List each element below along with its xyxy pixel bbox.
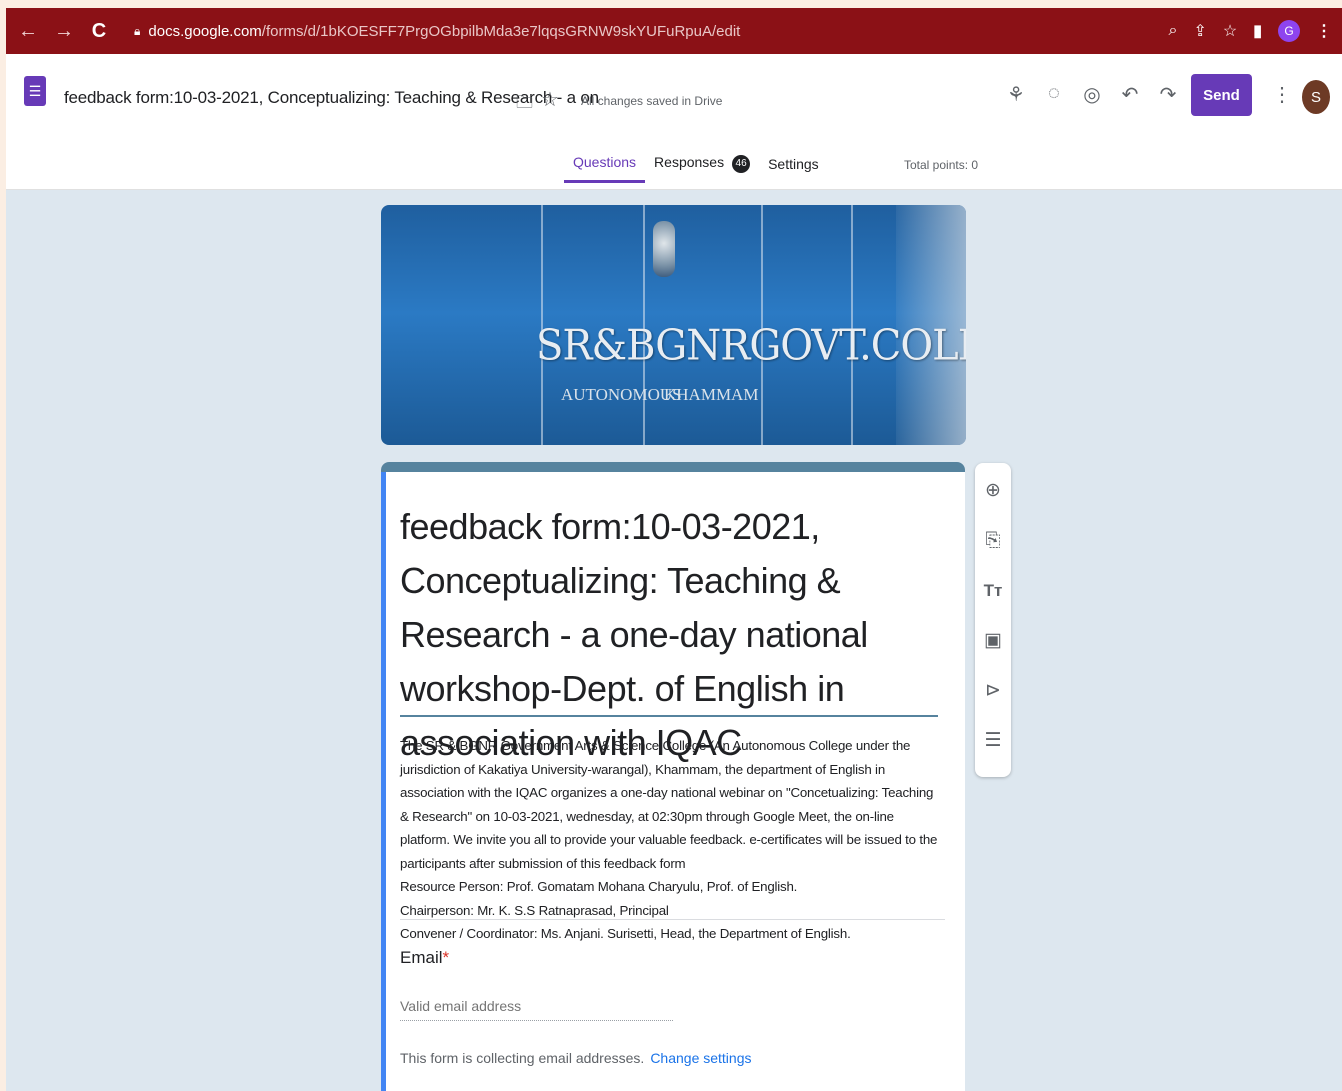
banner-subtitle-right: KHAMMAM: [664, 385, 759, 404]
reload-icon[interactable]: C: [90, 20, 108, 43]
zoom-icon[interactable]: ⌕: [1168, 22, 1177, 40]
form-description-field[interactable]: The SR & BGNR Government Arts & Science …: [400, 734, 945, 946]
email-collection-note: This form is collecting email addresses.…: [400, 1050, 752, 1066]
responses-count-badge: 46: [732, 154, 751, 173]
palette-icon[interactable]: ◌: [1044, 82, 1064, 107]
redo-icon[interactable]: ↷: [1158, 82, 1178, 107]
tab-settings[interactable]: Settings: [759, 152, 828, 182]
add-title-icon[interactable]: Tт: [984, 579, 1003, 603]
forms-logo-icon[interactable]: ☰: [24, 76, 46, 106]
header-toolbar: ⚘ ◌ ◎ ↶ ↷: [1006, 82, 1178, 107]
preview-icon[interactable]: ◎: [1082, 82, 1102, 107]
description-convener: Convener / Coordinator: Ms. Anjani. Suri…: [400, 926, 851, 941]
back-icon[interactable]: ←: [18, 20, 38, 43]
change-settings-link[interactable]: Change settings: [650, 1050, 751, 1066]
share-icon[interactable]: ⇪: [1193, 21, 1206, 41]
description-underline: [400, 919, 945, 920]
form-tabs: Questions Responses 46 Settings: [564, 150, 828, 183]
browser-menu-icon[interactable]: ⋮: [1316, 21, 1332, 41]
college-emblem-icon: [653, 221, 675, 277]
user-avatar[interactable]: S: [1302, 80, 1330, 114]
send-button[interactable]: Send: [1191, 74, 1252, 116]
description-paragraph: The SR & BGNR Government Arts & Science …: [400, 738, 938, 871]
forms-header: ☰ feedback form:10-03-2021, Conceptualiz…: [6, 54, 1342, 190]
form-header-card: feedback form:10-03-2021, Conceptualizin…: [381, 462, 965, 1091]
banner-title: SR&BGNRGOVT.COLLEGE: [536, 321, 966, 371]
profile-avatar[interactable]: G: [1278, 20, 1300, 42]
addons-icon[interactable]: ⚘: [1006, 82, 1026, 107]
lock-icon: 🔒︎: [134, 23, 141, 38]
email-field[interactable]: [400, 992, 673, 1021]
description-resource-person: Resource Person: Prof. Gomatam Mohana Ch…: [400, 879, 798, 894]
required-asterisk: *: [442, 948, 450, 967]
title-underline: [400, 715, 938, 717]
add-section-icon[interactable]: ☰: [984, 729, 1001, 753]
email-label-text: Email: [400, 948, 443, 967]
bookmark-star-icon[interactable]: ☆: [1223, 21, 1237, 41]
forward-icon[interactable]: →: [54, 20, 74, 43]
tab-responses[interactable]: Responses 46: [645, 150, 759, 182]
import-questions-icon[interactable]: ⎘: [985, 529, 1000, 553]
save-status: All changes saved in Drive: [581, 94, 723, 108]
header-image: SR&BGNRGOVT.COLLEGE AUTONOMOUS KHAMMAM: [381, 205, 966, 445]
email-label: Email*: [400, 948, 449, 968]
tab-questions[interactable]: Questions: [564, 150, 646, 183]
browser-toolbar: ← → C 🔒︎ docs.google.com/forms/d/1bKOESF…: [6, 8, 1342, 54]
more-icon[interactable]: ⋮: [1272, 82, 1292, 107]
add-question-icon[interactable]: ⊕: [985, 479, 1001, 503]
url-path: /forms/d/1bKOESFF7PrgOGbpilbMda3e7lqqsGR…: [261, 22, 741, 40]
address-bar[interactable]: 🔒︎ docs.google.com/forms/d/1bKOESFF7PrgO…: [134, 23, 740, 40]
add-image-icon[interactable]: ▣: [984, 629, 1002, 653]
collect-note-text: This form is collecting email addresses.: [400, 1050, 645, 1066]
tab-responses-label: Responses: [654, 154, 725, 171]
undo-icon[interactable]: ↶: [1120, 82, 1140, 107]
url-host: docs.google.com: [148, 22, 262, 40]
add-video-icon[interactable]: ⊳: [985, 679, 1001, 703]
folder-icon[interactable]: 🗀: [516, 90, 533, 119]
total-points: Total points: 0: [904, 158, 979, 172]
star-icon[interactable]: ☆: [541, 87, 559, 112]
theme-bar: [381, 462, 965, 472]
question-toolbar: ⊕ ⎘ Tт ▣ ⊳ ☰: [975, 463, 1011, 777]
browser-nav: ← → C: [18, 20, 108, 43]
browser-actions: ⌕ ⇪ ☆ ▮ G ⋮: [1168, 20, 1332, 42]
side-panel-icon[interactable]: ▮: [1253, 21, 1262, 41]
active-indicator: [381, 472, 386, 1091]
form-title-field[interactable]: feedback form:10-03-2021, Conceptualizin…: [400, 500, 945, 770]
